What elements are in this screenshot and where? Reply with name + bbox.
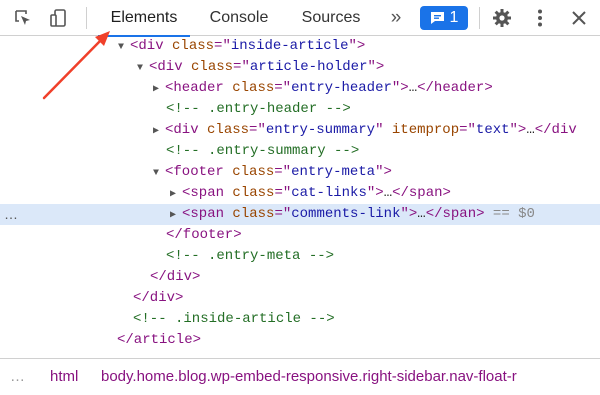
selected-node-marker: == $0 [492,206,535,222]
tree-row[interactable]: </div> [0,267,600,288]
kebab-menu-icon[interactable] [528,0,552,36]
tree-row[interactable]: </article> [0,330,600,351]
html-comment: <!-- .entry-summary --> [166,143,360,159]
tab-console[interactable]: Console [198,0,280,36]
breadcrumb-item-body[interactable]: body.home.blog.wp-embed-responsive.right… [101,359,517,395]
tree-row[interactable]: </div> [0,288,600,309]
html-comment: <!-- .entry-meta --> [166,248,335,264]
inspect-element-icon[interactable] [8,0,38,36]
expanded-triangle-icon[interactable]: ▼ [137,58,149,79]
html-comment: <!-- .entry-header --> [166,101,351,117]
collapsed-triangle-icon[interactable]: ▶ [153,121,165,142]
tree-row[interactable]: ▼ <div class="article-holder"> [0,57,600,78]
tab-sources[interactable]: Sources [292,0,370,36]
row-actions-dots[interactable]: … [4,204,19,225]
breadcrumb: … html body.home.blog.wp-embed-responsiv… [0,358,600,395]
close-icon[interactable] [566,0,592,36]
toolbar-divider [479,7,480,29]
expanded-triangle-icon[interactable]: ▼ [118,37,130,58]
breadcrumb-overflow-dots[interactable]: … [10,359,26,395]
tab-sources-label: Sources [301,9,361,26]
message-icon [430,12,444,24]
expanded-triangle-icon[interactable]: ▼ [153,163,165,184]
closing-tag: </div> [150,269,201,285]
tree-row[interactable]: <!-- .entry-summary --> [0,141,600,162]
collapsed-triangle-icon[interactable]: ▶ [153,79,165,100]
tree-row[interactable]: ▼ <div class="inside-article"> [0,37,600,57]
closing-tag: </article> [117,332,202,348]
tree-node: ▼ <footer class="entry-meta"> [153,162,392,184]
dom-tree: ▼ <div class="inside-article"> ▼ <div clas… [0,37,600,353]
tree-node: ▼ <div class="inside-article"> [118,37,365,58]
device-toolbar-icon[interactable] [44,0,74,36]
more-tabs-button[interactable]: » [384,0,408,36]
closing-tag: </div> [133,290,184,306]
more-tabs-label: » [390,7,402,28]
devtools-toolbar: Elements Console Sources » 1 [0,0,600,37]
collapsed-triangle-icon[interactable]: ▶ [170,184,182,205]
breadcrumb-item-html[interactable]: html [50,359,78,395]
tree-node: ▼ <div class="article-holder"> [137,57,384,79]
tree-node: ▶ <div class="entry-summary" itemprop="te… [153,120,577,142]
tree-node: ▶ <header class="entry-header">…</header> [153,78,493,100]
tree-row[interactable]: ▶ <div class="entry-summary" itemprop="te… [0,120,600,141]
tree-row-selected[interactable]: … ▶ <span class="comments-link">…</span> … [0,204,600,225]
gear-icon[interactable] [488,0,516,36]
tab-elements-label: Elements [110,9,178,26]
tree-node: ▶ <span class="comments-link">…</span> ==… [170,204,535,226]
closing-tag: </footer> [166,227,242,243]
tree-row[interactable]: <!-- .entry-header --> [0,99,600,120]
tree-row[interactable]: ▼ <footer class="entry-meta"> [0,162,600,183]
issues-count: 1 [449,9,459,26]
tree-row[interactable]: ▶ <span class="cat-links">…</span> [0,183,600,204]
collapsed-triangle-icon[interactable]: ▶ [170,205,182,226]
tree-row[interactable]: <!-- .entry-meta --> [0,246,600,267]
tree-row[interactable]: ▶ <header class="entry-header">…</header> [0,78,600,99]
tab-console-label: Console [209,9,269,26]
tree-row[interactable]: </footer> [0,225,600,246]
tree-row[interactable]: <!-- .inside-article --> [0,309,600,330]
tree-node: ▶ <span class="cat-links">…</span> [170,183,451,205]
tab-elements[interactable]: Elements [98,0,190,37]
html-comment: <!-- .inside-article --> [133,311,335,327]
toolbar-divider [86,7,87,29]
issues-badge-button[interactable]: 1 [420,6,468,30]
